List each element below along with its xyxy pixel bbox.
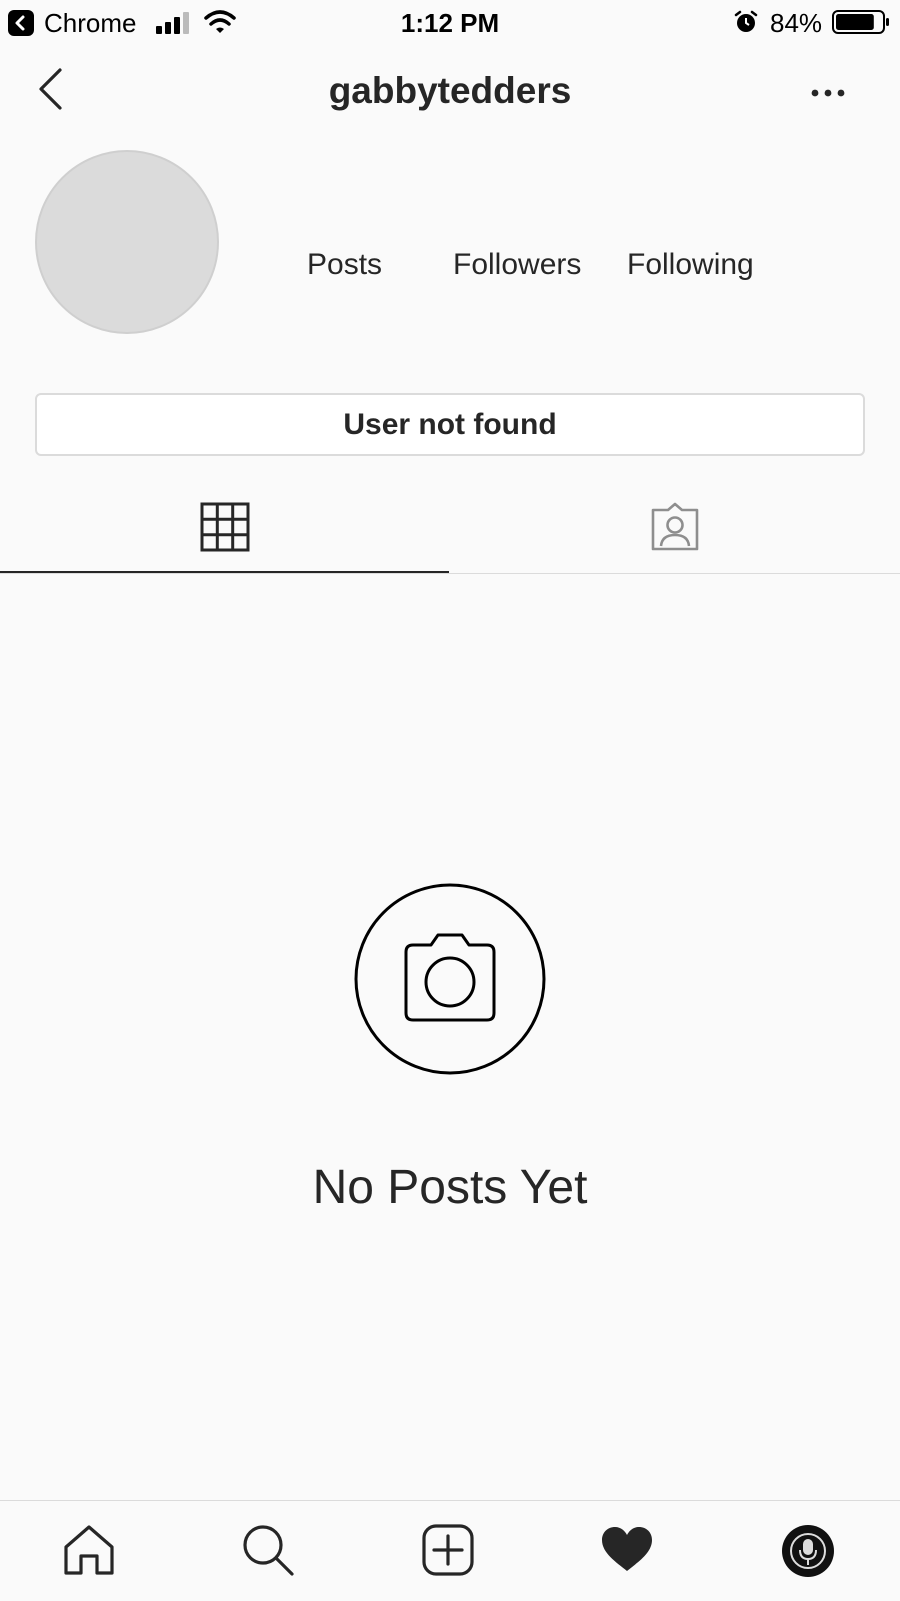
status-time: 1:12 PM xyxy=(400,8,500,38)
tab-grid-posts[interactable] xyxy=(0,470,449,574)
followers-stat-label[interactable]: Followers xyxy=(453,248,581,282)
profile-avatar-placeholder xyxy=(35,150,219,334)
search-icon[interactable] xyxy=(241,1523,295,1577)
posts-stat-label: Posts xyxy=(307,248,383,281)
status-bar: Chrome 1:12 PM 84% xyxy=(0,0,900,46)
tab-divider xyxy=(0,573,900,574)
user-not-found-label: User not found xyxy=(343,407,557,441)
podcast-logo-icon xyxy=(783,1526,833,1576)
home-icon[interactable] xyxy=(62,1523,116,1577)
user-not-found-button[interactable]: User not found xyxy=(35,393,865,456)
alarm-icon xyxy=(734,10,758,32)
profile-avatar-tab[interactable] xyxy=(782,1525,834,1577)
empty-state-message: No Posts Yet xyxy=(312,1161,588,1214)
new-post-icon[interactable] xyxy=(421,1523,475,1577)
tagged-user-icon xyxy=(651,502,699,551)
following-stat-label[interactable]: Following xyxy=(627,248,754,282)
battery-icon xyxy=(832,10,889,34)
profile-username-title: gabbytedders xyxy=(328,70,572,111)
tab-tagged-posts[interactable] xyxy=(449,470,900,574)
grid-icon xyxy=(200,502,250,552)
activity-heart-icon[interactable] xyxy=(600,1523,654,1577)
battery-percentage: 84% xyxy=(770,8,823,38)
camera-icon xyxy=(354,883,546,1075)
more-options-icon[interactable] xyxy=(810,79,846,107)
